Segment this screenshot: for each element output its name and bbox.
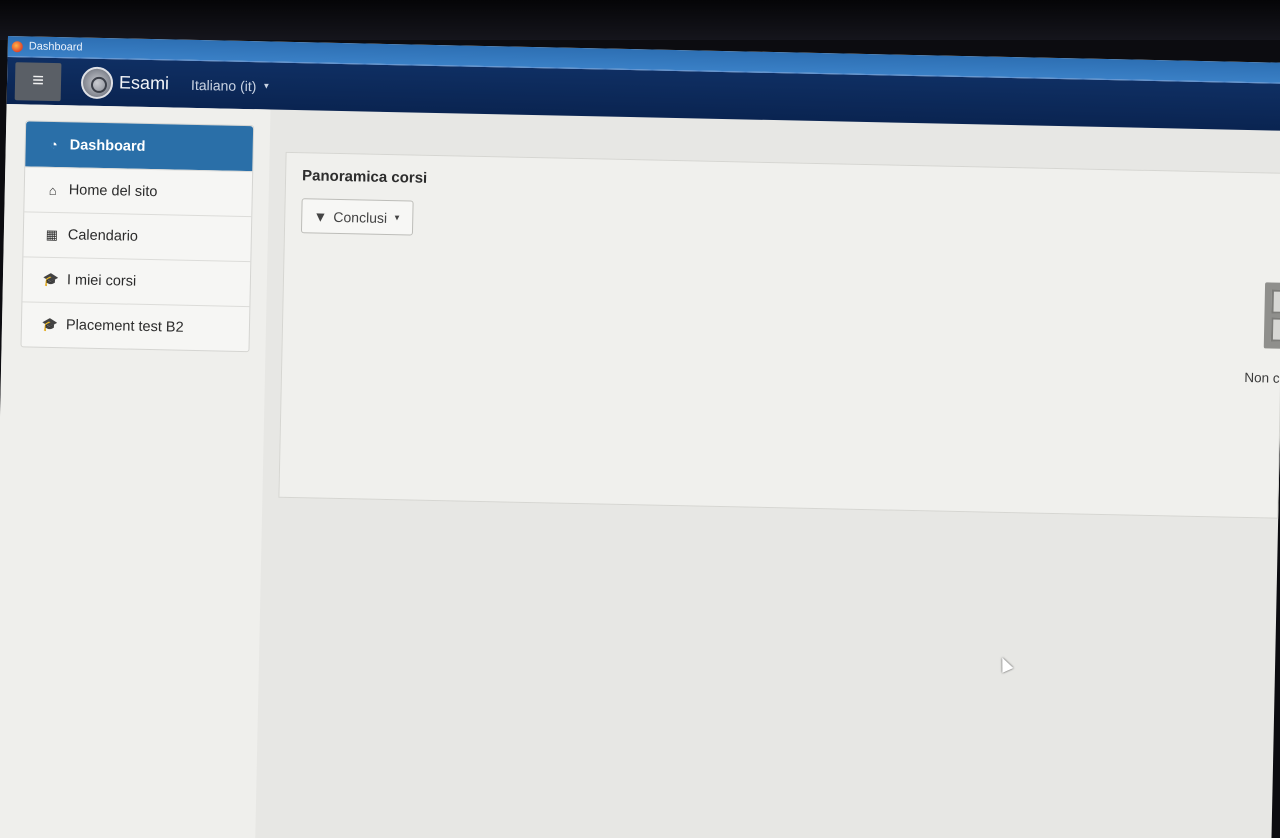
graduation-cap-icon: 🎓	[41, 316, 59, 333]
hamburger-icon: ≡	[31, 69, 45, 92]
sidebar-item-label: Placement test B2	[65, 317, 184, 336]
calendar-icon: ▦	[45, 226, 59, 243]
site-name[interactable]: Esami	[119, 72, 169, 94]
main-content: Panoramica corsi ▼ Conclusi ▼ Non ci	[255, 110, 1280, 838]
filter-label: Conclusi	[333, 208, 388, 226]
sidebar-item-calendar[interactable]: ▦ Calendario	[23, 211, 252, 262]
browser-icon	[11, 40, 23, 52]
dashboard-icon: ◔	[49, 136, 58, 153]
sidebar-item-label: Dashboard	[69, 136, 146, 155]
menu-toggle-button[interactable]: ≡	[14, 61, 62, 101]
screen: Dashboard ≡ Esami Italiano (it) ▼ ◔ Dash…	[0, 36, 1280, 838]
language-menu[interactable]: Italiano (it) ▼	[191, 76, 271, 94]
filter-icon: ▼	[313, 207, 328, 225]
graduation-cap-icon: 🎓	[42, 271, 60, 288]
course-overview-card: Panoramica corsi ▼ Conclusi ▼ Non ci	[278, 151, 1280, 519]
sidebar-item-my-courses[interactable]: 🎓 I miei corsi	[22, 256, 251, 307]
language-label: Italiano (it)	[190, 76, 257, 94]
sidebar-item-home[interactable]: ⌂ Home del sito	[24, 166, 253, 217]
chevron-down-icon: ▼	[262, 81, 271, 91]
sidebar-item-label: Home del sito	[68, 182, 158, 201]
sidebar-item-label: I miei corsi	[66, 272, 137, 290]
sidebar-item-placement-test[interactable]: 🎓 Placement test B2	[21, 301, 250, 352]
home-icon: ⌂	[48, 182, 57, 198]
sidebar: ◔ Dashboard ⌂ Home del sito ▦ Calendario…	[0, 103, 271, 838]
monitor-bezel	[0, 0, 1280, 40]
tab-title: Dashboard	[28, 40, 83, 54]
filter-dropdown-button[interactable]: ▼ Conclusi ▼	[300, 198, 414, 236]
empty-courses-illustration-icon	[1251, 282, 1280, 356]
site-logo[interactable]	[80, 66, 114, 99]
sidebar-item-label: Calendario	[67, 227, 139, 245]
empty-state-text: Non ci sono corsi	[1244, 369, 1280, 387]
sidebar-item-dashboard[interactable]: ◔ Dashboard	[25, 121, 254, 172]
sidebar-nav: ◔ Dashboard ⌂ Home del sito ▦ Calendario…	[20, 120, 255, 353]
card-title: Panoramica corsi	[301, 167, 428, 187]
chevron-down-icon: ▼	[392, 213, 402, 223]
empty-state: Non ci sono corsi	[1216, 281, 1280, 387]
